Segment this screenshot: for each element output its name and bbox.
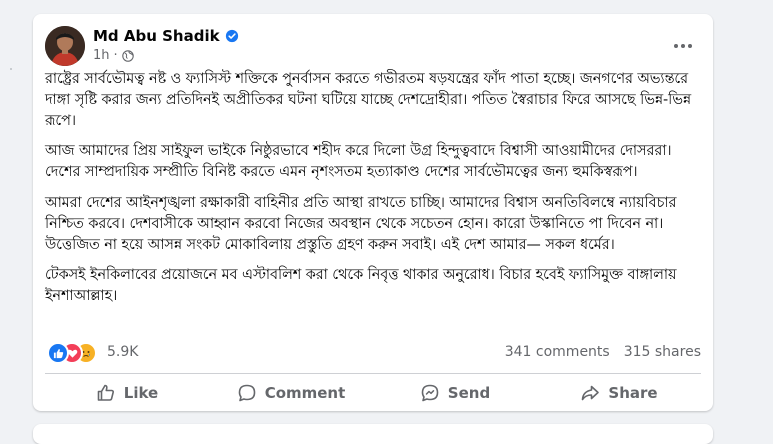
- like-label: Like: [123, 384, 159, 402]
- author-avatar[interactable]: [45, 26, 85, 66]
- share-icon: [582, 385, 600, 401]
- send-label: Send: [447, 384, 491, 402]
- post-paragraph: আজ আমাদের প্রিয় সাইফুল ভাইকে নিষ্ঠুরভাব…: [45, 143, 672, 181]
- engagement-counts: 341 comments 315 shares: [505, 344, 701, 360]
- comment-button[interactable]: Comment: [209, 375, 373, 411]
- comment-count[interactable]: 341 comments: [505, 344, 610, 360]
- post-header: Md Abu Shadik 1h ·: [45, 26, 701, 66]
- post-actions: Like Comment Send Share: [45, 375, 701, 411]
- share-label: Share: [608, 384, 658, 402]
- like-icon: [97, 384, 114, 401]
- post-time[interactable]: 1h: [93, 48, 110, 63]
- reactions-bar: 5.9K 341 comments 315 shares: [47, 342, 701, 364]
- comment-icon: [238, 384, 255, 402]
- globe-icon: [121, 49, 134, 62]
- facebook-post: Md Abu Shadik 1h · রাষ্ট্রের সার্বভৌমত্ব…: [33, 14, 713, 411]
- post-meta: 1h ·: [93, 48, 134, 63]
- send-icon: [421, 384, 439, 402]
- verified-badge-icon: [225, 29, 238, 43]
- like-button[interactable]: Like: [45, 375, 209, 411]
- meta-separator: ·: [113, 48, 118, 63]
- author-name[interactable]: Md Abu Shadik: [93, 27, 239, 45]
- next-post-card: [33, 424, 713, 444]
- like-reaction-icon: [47, 342, 69, 364]
- post-paragraph: টেকসই ইনকিলাবের প্রয়োজনে মব এস্টাবলিশ ক…: [45, 267, 677, 305]
- share-button[interactable]: Share: [537, 375, 701, 411]
- post-paragraph: আমরা দেশের আইনশৃঙ্খলা রক্ষাকারী বাহিনীর …: [45, 194, 677, 253]
- post-paragraph: রাষ্ট্রের সার্বভৌমত্ব নষ্ট ও ফ্যাসিস্ট শ…: [45, 71, 692, 129]
- post-body: রাষ্ট্রের সার্বভৌমত্ব নষ্ট ও ফ্যাসিস্ট শ…: [45, 69, 703, 317]
- share-count[interactable]: 315 shares: [624, 344, 701, 360]
- comment-label: Comment: [264, 384, 346, 402]
- reaction-count[interactable]: 5.9K: [107, 344, 138, 360]
- author-name-text[interactable]: Md Abu Shadik: [93, 27, 220, 45]
- actions-divider: [45, 373, 701, 374]
- reaction-icons[interactable]: [47, 342, 99, 364]
- send-button[interactable]: Send: [373, 375, 537, 411]
- more-options-icon[interactable]: [671, 34, 695, 58]
- decorative-dot: [10, 68, 12, 70]
